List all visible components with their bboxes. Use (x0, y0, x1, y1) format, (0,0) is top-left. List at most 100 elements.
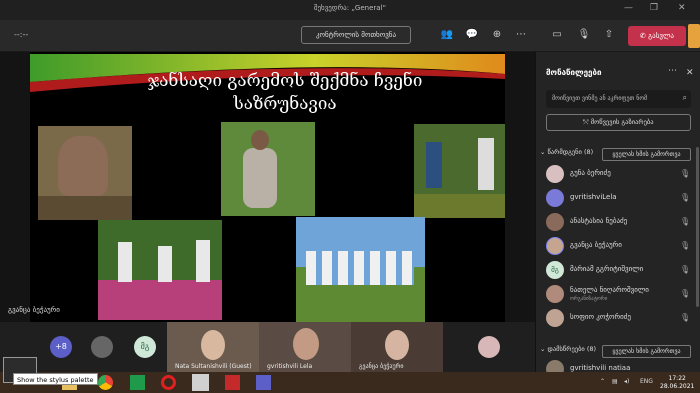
network-icon[interactable]: ▤ (612, 378, 618, 385)
call-control-bar: --:-- კონტროლის მოთხოვნა 👥 💬 ⊕ ⋯ ▭ 🎙 ⇧ ✆… (0, 20, 700, 52)
avatar (546, 189, 564, 207)
close-window-icon[interactable]: ✕ (678, 3, 686, 13)
invite-search-input[interactable]: მოიწვიეთ ვინმე ან აკრიფეთ ნომ ⌕ (546, 90, 691, 108)
clock-date: 28.06.2021 (660, 383, 695, 390)
participant-row[interactable]: ანასტასია ნებაძე 🎙 (546, 212, 696, 232)
participant-row[interactable]: სოფიო კოჭორიძე 🎙 (546, 308, 696, 328)
participants-icon[interactable]: 👥 (440, 29, 454, 40)
invite-search-placeholder: მოიწვიეთ ვინმე ან აკრიფეთ ნომ (552, 95, 648, 102)
avatar (546, 213, 564, 231)
participant-name: სოფიო კოჭორიძე (570, 313, 631, 321)
participant-role: ორგანიზატორი (570, 296, 608, 302)
presentation-app-icon[interactable] (192, 374, 209, 391)
attendees-section-header[interactable]: ⌄ დამსწრეები (8) ყველას ხმის გამორთვა (540, 345, 700, 359)
participant-name: გუნა ბერიძე (570, 169, 611, 177)
participant-avatar[interactable] (478, 336, 500, 358)
mute-all-button[interactable]: ყველას ხმის გამორთვა (602, 345, 691, 358)
chat-icon[interactable]: 💬 (465, 29, 479, 40)
participant-initials-avatar[interactable]: მგ (134, 336, 156, 358)
video-tile-2[interactable]: gvritishvili Lela (259, 322, 351, 372)
leave-label: გასვლა (648, 32, 674, 40)
presenter-name: გვანცა ბეჭაური (8, 306, 60, 314)
request-control-button[interactable]: კონტროლის მოთხოვნა (301, 26, 411, 44)
panel-scrollbar[interactable] (696, 147, 699, 307)
search-icon: ⌕ (682, 93, 687, 102)
video-tile-1[interactable]: Nata Sultanishvili (Guest) (167, 322, 259, 372)
photo-boy-with-tree (221, 122, 315, 216)
mic-off-icon: 🎙 (680, 265, 691, 274)
photo-kids-watering (414, 124, 505, 218)
presenters-section-header[interactable]: ⌄ წარმდგენი (8) ყველას ხმის გამორთვა (540, 148, 700, 162)
avatar (546, 309, 564, 327)
language-indicator[interactable]: ENG (640, 378, 653, 385)
overflow-participants-button[interactable]: +8 (50, 336, 72, 358)
window-titlebar: შეხვედრა: „General“ — ❐ ✕ (0, 0, 700, 20)
share-invite-label: მოწვევის გაზიარება (590, 118, 654, 126)
participant-name: gvritishvili natiaa (570, 364, 631, 372)
chrome-icon[interactable] (98, 375, 113, 390)
volume-icon[interactable]: ◂) (624, 378, 629, 385)
video-tile-3[interactable]: გვანცა ბეჭაური (351, 322, 443, 372)
avatar (546, 285, 564, 303)
participant-row[interactable]: მგ მარიამ გგრიტიშვილი 🎙 (546, 260, 696, 280)
avatar (546, 360, 564, 372)
stylus-tooltip: Show the stylus palette (13, 373, 98, 385)
participant-row[interactable]: ნათელა ნიღაროშვილი ორგანიზატორი 🎙 (546, 284, 696, 304)
shared-screen-stage: ჯანსაღი გარემოს შექმნა ჩვენი საზრუნავია … (0, 52, 535, 322)
call-timer: --:-- (14, 30, 29, 39)
attendees-section-label: დამსწრეები (8) (547, 345, 597, 353)
presenters-section-label: წარმდგენი (8) (547, 148, 594, 156)
mic-off-icon: 🎙 (680, 241, 691, 250)
participant-row[interactable]: gvritishvili natiaa (546, 359, 696, 372)
mic-off-icon: 🎙 (680, 217, 691, 226)
mic-off-icon: 🎙 (680, 289, 691, 298)
chevron-down-icon: ⌄ (540, 345, 548, 353)
share-screen-icon[interactable]: ⇧ (602, 29, 616, 40)
participant-name: ნათელა ნიღაროშვილი (570, 286, 649, 294)
panel-title: მონაწილეები (546, 68, 602, 77)
pdf-reader-icon[interactable] (225, 375, 240, 390)
participant-avatar[interactable] (91, 336, 113, 358)
app-badge[interactable] (688, 24, 700, 48)
tray-arrow-icon[interactable]: ⌃ (600, 378, 605, 385)
mic-off-icon: 🎙 (680, 193, 691, 202)
breakout-rooms-icon[interactable]: ⊕ (490, 29, 504, 40)
mic-off-icon: 🎙 (680, 169, 691, 178)
participant-name: gvritishviLela (570, 193, 617, 201)
maximize-icon[interactable]: ❐ (650, 3, 658, 13)
more-actions-icon[interactable]: ⋯ (514, 29, 528, 40)
mute-all-button[interactable]: ყველას ხმის გამორთვა (602, 148, 691, 161)
photo-child-planting (38, 126, 132, 220)
participant-name: ანასტასია ნებაძე (570, 217, 628, 225)
store-icon[interactable] (130, 375, 145, 390)
avatar (546, 165, 564, 183)
video-tile-name: gvritishvili Lela (267, 363, 313, 370)
photo-kids-line-up (296, 217, 425, 322)
photo-group-garden (98, 220, 222, 320)
system-clock[interactable]: 17:22 28.06.2021 (660, 375, 694, 391)
video-tile-name: Nata Sultanishvili (Guest) (175, 363, 252, 370)
minimize-icon[interactable]: — (624, 3, 633, 13)
panel-more-icon[interactable]: ⋯ (668, 66, 677, 76)
participant-row[interactable]: გუნა ბერიძე 🎙 (546, 164, 696, 184)
windows-taskbar: ⌃ ▤ ◂) ENG 17:22 28.06.2021 (0, 372, 700, 393)
participant-name: მარიამ გგრიტიშვილი (570, 265, 644, 273)
chevron-down-icon: ⌄ (540, 148, 548, 156)
participant-row[interactable]: gvritishviLela 🎙 (546, 188, 696, 208)
share-invite-button[interactable]: ⤲ მოწვევის გაზიარება (546, 114, 691, 131)
avatar (546, 237, 564, 255)
clock-time: 17:22 (668, 375, 686, 382)
share-icon: ⤲ (583, 118, 591, 126)
presentation-slide: ჯანსაღი გარემოს შექმნა ჩვენი საზრუნავია (30, 52, 505, 322)
participant-name: გვანცა ბეჭაური (570, 241, 622, 249)
camera-off-icon[interactable]: ▭ (550, 29, 564, 40)
participant-row[interactable]: გვანცა ბეჭაური 🎙 (546, 236, 696, 256)
leave-button[interactable]: ✆ გასვლა (628, 26, 686, 46)
teams-icon[interactable] (256, 375, 271, 390)
mic-off-icon[interactable]: 🎙 (577, 29, 591, 40)
phone-icon: ✆ (640, 32, 649, 40)
panel-close-icon[interactable]: ✕ (686, 68, 694, 78)
avatar: მგ (546, 261, 564, 279)
opera-icon[interactable] (161, 375, 176, 390)
mic-off-icon: 🎙 (680, 313, 691, 322)
